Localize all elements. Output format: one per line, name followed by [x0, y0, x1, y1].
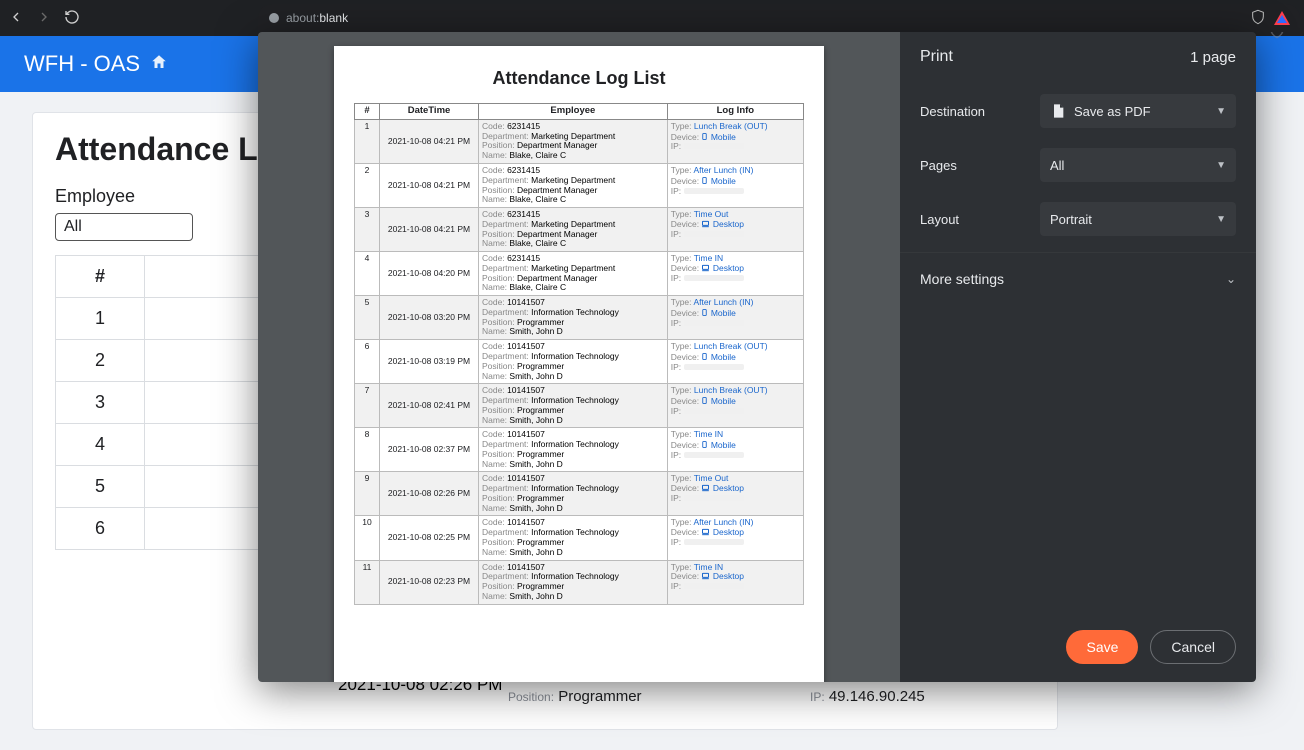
preview-row: 42021-10-08 04:20 PMCode: 6231415Departm…: [355, 252, 804, 296]
preview-row: 112021-10-08 02:23 PMCode: 10141507Depar…: [355, 560, 804, 604]
info-icon: [268, 12, 280, 24]
pdf-icon: [1050, 103, 1066, 119]
destination-select[interactable]: Save as PDF▼: [1040, 94, 1236, 128]
preview-row: 92021-10-08 02:26 PMCode: 10141507Depart…: [355, 472, 804, 516]
layout-select[interactable]: Portrait▼: [1040, 202, 1236, 236]
preview-row: 62021-10-08 03:19 PMCode: 10141507Depart…: [355, 340, 804, 384]
destination-label: Destination: [920, 104, 1040, 119]
url-bar[interactable]: about:blank: [258, 4, 1300, 32]
preview-row: 52021-10-08 03:20 PMCode: 10141507Depart…: [355, 296, 804, 340]
print-title: Print: [920, 48, 953, 66]
preview-row: 102021-10-08 02:25 PMCode: 10141507Depar…: [355, 516, 804, 560]
preview-col: Log Info: [667, 104, 803, 120]
preview-row: 22021-10-08 04:21 PMCode: 6231415Departm…: [355, 163, 804, 207]
pages-label: Pages: [920, 158, 1040, 173]
print-sheet: Attendance Log List #DateTimeEmployeeLog…: [334, 46, 824, 682]
cancel-button[interactable]: Cancel: [1150, 630, 1236, 664]
employee-filter[interactable]: All: [55, 213, 193, 241]
table-row-num: 5: [56, 466, 145, 508]
print-page-count: 1 page: [1190, 49, 1236, 66]
preview-col: DateTime: [380, 104, 479, 120]
preview-row: 32021-10-08 04:21 PMCode: 6231415Departm…: [355, 208, 804, 252]
table-row-num: 1: [56, 298, 145, 340]
more-settings-toggle[interactable]: More settings ⌄: [900, 252, 1256, 305]
table-row-num: 2: [56, 340, 145, 382]
pages-select[interactable]: All▼: [1040, 148, 1236, 182]
preview-row: 82021-10-08 02:37 PMCode: 10141507Depart…: [355, 428, 804, 472]
brave-logo-icon[interactable]: [1274, 11, 1290, 25]
lion-shield-icon[interactable]: [1250, 9, 1266, 28]
table-row-num: 3: [56, 382, 145, 424]
preview-row: 72021-10-08 02:41 PMCode: 10141507Depart…: [355, 384, 804, 428]
col-num: #: [56, 256, 145, 298]
reload-icon[interactable]: [64, 9, 80, 28]
back-icon[interactable]: [8, 9, 24, 28]
layout-label: Layout: [920, 212, 1040, 227]
forward-icon[interactable]: [36, 9, 52, 28]
print-settings-panel: Print 1 page Destination Save as PDF▼ Pa…: [900, 32, 1256, 682]
save-button[interactable]: Save: [1066, 630, 1138, 664]
chevron-down-icon: ⌄: [1226, 272, 1236, 286]
table-row-num: 4: [56, 424, 145, 466]
preview-row: 12021-10-08 04:21 PMCode: 6231415Departm…: [355, 119, 804, 163]
preview-col: Employee: [479, 104, 668, 120]
print-dialog: Attendance Log List #DateTimeEmployeeLog…: [258, 32, 1256, 682]
print-preview-pane: Attendance Log List #DateTimeEmployeeLog…: [258, 32, 900, 682]
table-row-num: 6: [56, 508, 145, 550]
home-icon[interactable]: [150, 51, 168, 77]
preview-table: #DateTimeEmployeeLog Info 12021-10-08 04…: [354, 103, 804, 605]
preview-title: Attendance Log List: [354, 68, 804, 89]
preview-col: #: [355, 104, 380, 120]
site-title: WFH - OAS: [24, 51, 140, 77]
